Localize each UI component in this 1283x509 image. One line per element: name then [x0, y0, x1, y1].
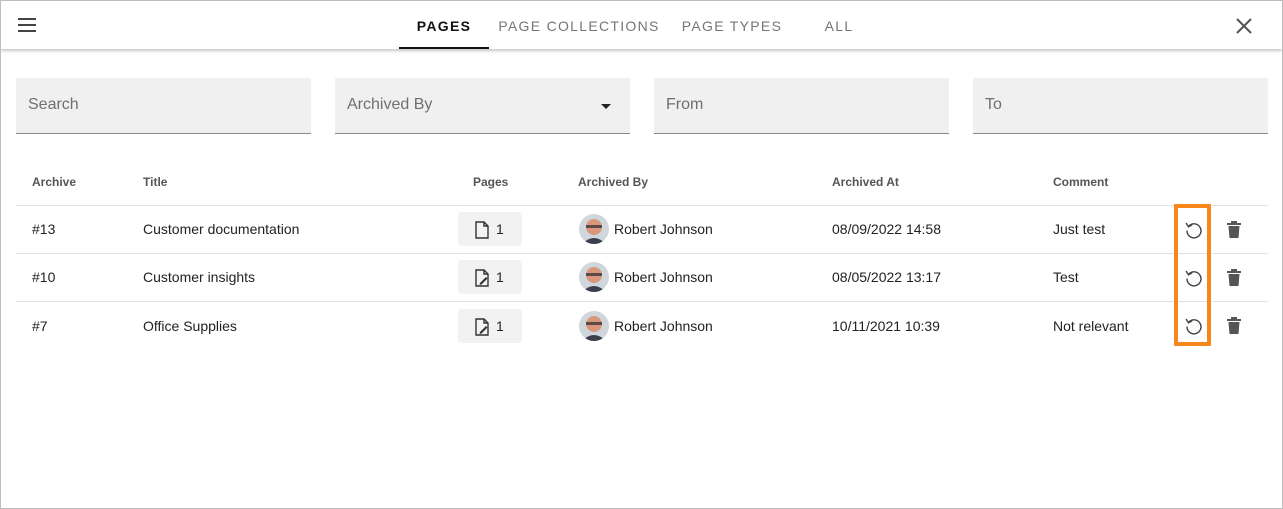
row-divider: [16, 253, 1268, 254]
from-date-field[interactable]: [654, 78, 949, 134]
archived-by-name: Robert Johnson: [614, 269, 713, 285]
comment: Test: [1053, 269, 1079, 285]
close-icon[interactable]: [1233, 15, 1255, 37]
edit-page-icon: [475, 318, 489, 336]
pages-count-button[interactable]: 1: [458, 309, 522, 343]
header-pages: Pages: [473, 175, 509, 189]
archive-dialog: PAGES PAGE COLLECTIONS PAGE TYPES ALL Ar…: [0, 0, 1283, 509]
top-bar: PAGES PAGE COLLECTIONS PAGE TYPES ALL: [1, 1, 1282, 49]
archived-by-name: Robert Johnson: [614, 221, 713, 237]
row-divider: [16, 205, 1268, 206]
archive-title: Customer documentation: [143, 221, 300, 237]
archive-number: #10: [32, 269, 56, 285]
chevron-down-icon: [601, 104, 611, 109]
tab-page-collections[interactable]: PAGE COLLECTIONS: [498, 1, 660, 49]
archive-title: Customer insights: [143, 269, 256, 285]
comment: Just test: [1053, 221, 1106, 237]
avatar: [579, 214, 609, 244]
archived-by-name: Robert Johnson: [614, 318, 713, 334]
from-date-input[interactable]: [666, 78, 921, 132]
tab-all[interactable]: ALL: [811, 1, 867, 49]
pages-count: 1: [496, 318, 504, 334]
archive-number: #13: [32, 221, 56, 237]
pages-count: 1: [496, 221, 504, 237]
delete-icon[interactable]: [1226, 268, 1242, 293]
header-comment: Comment: [1053, 175, 1109, 189]
archived-by-select[interactable]: [335, 78, 630, 134]
pages-count-button[interactable]: 1: [458, 260, 522, 294]
archived-at: 10/11/2021 10:39: [832, 318, 940, 334]
header-archived-by: Archived By: [578, 175, 649, 189]
comment: Not relevant: [1053, 318, 1129, 334]
delete-icon[interactable]: [1226, 220, 1242, 245]
header-archived-at: Archived At: [832, 175, 899, 189]
hamburger-menu-icon[interactable]: [17, 15, 39, 35]
to-date-field[interactable]: [973, 78, 1268, 134]
pages-count-button[interactable]: 1: [458, 212, 522, 246]
restore-highlight-box: [1174, 204, 1211, 346]
delete-icon[interactable]: [1226, 316, 1242, 341]
pages-count: 1: [496, 269, 504, 285]
tab-page-types[interactable]: PAGE TYPES: [677, 1, 787, 49]
avatar: [579, 262, 609, 292]
page-icon: [475, 221, 489, 239]
tab-pages[interactable]: PAGES: [399, 1, 489, 49]
header-title: Title: [143, 175, 168, 189]
edit-page-icon: [475, 269, 489, 287]
to-date-input[interactable]: [985, 78, 1240, 132]
archive-number: #7: [32, 318, 48, 334]
search-input[interactable]: [28, 78, 283, 132]
archived-by-input[interactable]: [347, 78, 602, 132]
header-archive: Archive: [32, 175, 77, 189]
archive-title: Office Supplies: [143, 318, 237, 334]
archived-at: 08/05/2022 13:17: [832, 269, 941, 285]
search-field[interactable]: [16, 78, 311, 134]
row-divider: [16, 301, 1268, 302]
archived-at: 08/09/2022 14:58: [832, 221, 941, 237]
avatar: [579, 311, 609, 341]
